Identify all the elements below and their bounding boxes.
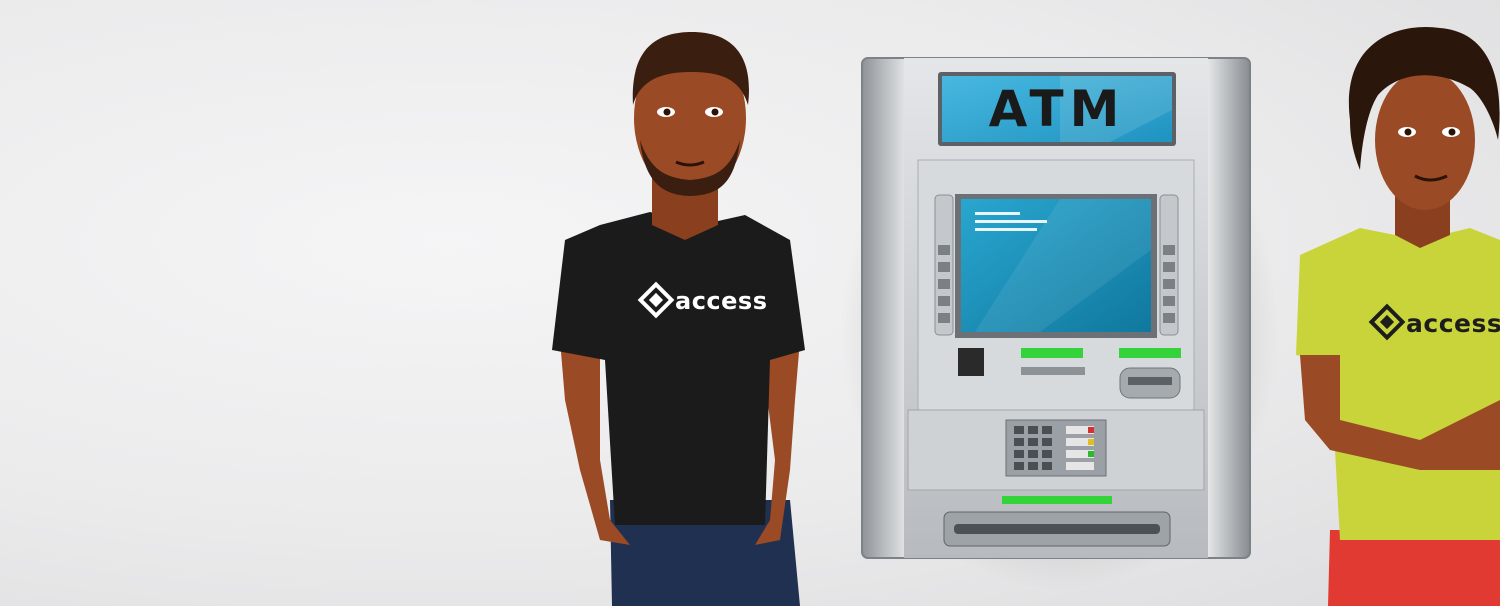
card-indicator-light bbox=[1119, 348, 1181, 358]
receipt-slot[interactable] bbox=[1021, 367, 1085, 375]
atm-machine bbox=[861, 57, 1251, 559]
card-reader[interactable] bbox=[958, 348, 984, 376]
atm-scene: ATM access access bbox=[0, 0, 1500, 606]
person-left bbox=[552, 32, 805, 606]
scene-illustration bbox=[552, 26, 1500, 606]
receipt-indicator-light bbox=[1021, 348, 1083, 358]
person-right bbox=[1296, 26, 1500, 606]
cash-indicator-light bbox=[1002, 496, 1112, 504]
